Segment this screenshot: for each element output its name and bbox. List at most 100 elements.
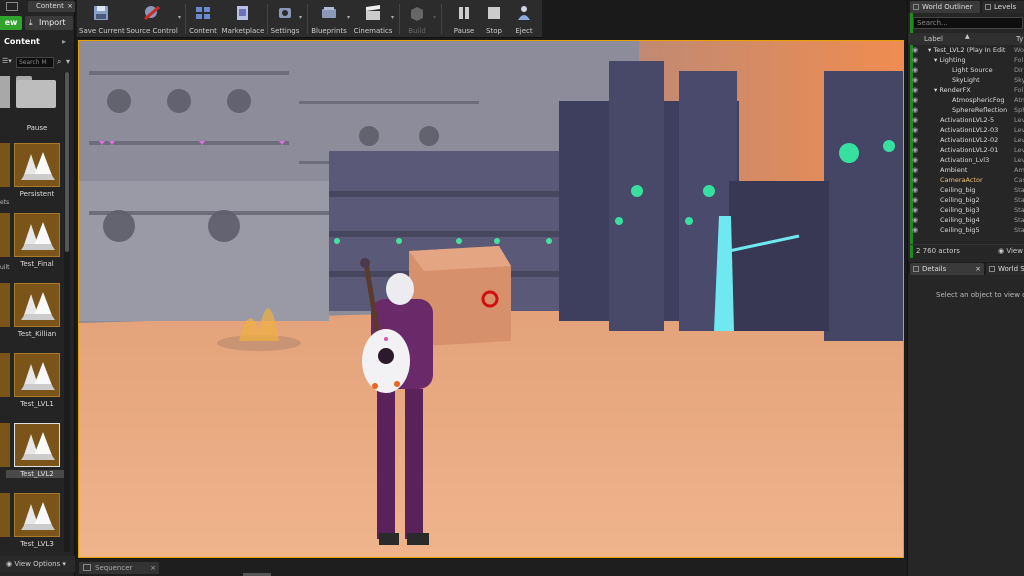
asset-tile[interactable]: Test_Final — [14, 213, 62, 269]
visibility-eye-icon[interactable]: ◉ — [912, 195, 918, 205]
lock-icon[interactable]: ▸ — [62, 37, 66, 46]
visibility-eye-icon[interactable]: ◉ — [912, 65, 918, 75]
content-browser-tab[interactable]: Content × — [28, 1, 75, 12]
asset-scrollbar[interactable] — [64, 72, 70, 552]
tab-world-outliner[interactable]: World Outliner — [910, 1, 980, 13]
outliner-row[interactable]: ◉ Ceiling_big3 Sta — [908, 205, 1024, 215]
add-new-button[interactable]: ew — [0, 16, 22, 30]
stop-button[interactable]: Stop — [479, 2, 509, 36]
asset-search-input[interactable]: Search M — [16, 57, 54, 68]
outliner-row[interactable]: ◉ Activation_Lvl3 Lev — [908, 155, 1024, 165]
type-column-header[interactable]: Ty — [1016, 35, 1023, 43]
asset-thumbnail-cut[interactable] — [0, 143, 10, 187]
outliner-row[interactable]: ◉ Ceiling_big5 Sta — [908, 225, 1024, 235]
visibility-eye-icon[interactable]: ◉ — [912, 55, 918, 65]
view-options-button[interactable]: ◉ View Options ▾ — [0, 556, 75, 572]
settings-button[interactable]: Settings — [269, 2, 301, 36]
actor-label: Lighting — [939, 56, 966, 64]
source-control-button[interactable]: Source Control — [125, 2, 179, 36]
import-button[interactable]: ⤓ Import — [25, 16, 73, 30]
chevron-down-icon[interactable]: ▾ — [299, 14, 302, 21]
content-button[interactable]: Content — [187, 2, 219, 36]
tab-world-settings[interactable]: World S — [986, 263, 1024, 275]
outliner-row[interactable]: ◉ Ambient Am — [908, 165, 1024, 175]
blueprints-button[interactable]: Blueprints — [309, 2, 349, 36]
visibility-eye-icon[interactable]: ◉ — [912, 175, 918, 185]
asset-thumbnail-cut[interactable] — [0, 353, 10, 397]
outliner-row[interactable]: ◉ ▾ Lighting Fol — [908, 55, 1024, 65]
folder-thumbnail-cut[interactable] — [0, 76, 10, 108]
cinematics-button[interactable]: Cinematics — [353, 2, 393, 36]
close-icon[interactable]: × — [975, 263, 981, 275]
outliner-row[interactable]: ◉ ActivationLVL2-01 Lev — [908, 145, 1024, 155]
visibility-eye-icon[interactable]: ◉ — [912, 185, 918, 195]
asset-thumbnail-cut[interactable] — [0, 423, 10, 467]
outliner-row[interactable]: ◉ ActivationLVL2-02 Lev — [908, 135, 1024, 145]
filters-dropdown-icon[interactable]: ☰▾ — [2, 57, 12, 65]
outliner-row[interactable]: ◉ ▾ RenderFX Fol — [908, 85, 1024, 95]
label-column-header[interactable]: Label — [924, 35, 943, 43]
tab-details[interactable]: Details × — [910, 263, 984, 275]
visibility-eye-icon[interactable]: ◉ — [912, 225, 918, 235]
outliner-row[interactable]: ◉ Ceiling_big4 Sta — [908, 215, 1024, 225]
visibility-eye-icon[interactable]: ◉ — [912, 125, 918, 135]
outliner-row[interactable]: ◉ Ceiling_big Sta — [908, 185, 1024, 195]
asset-thumbnail-cut[interactable] — [0, 213, 10, 257]
visibility-eye-icon[interactable]: ◉ — [912, 45, 918, 55]
actor-name: ▾ Test_LVL2 (Play In Edit — [928, 46, 1006, 54]
visibility-eye-icon[interactable]: ◉ — [912, 85, 918, 95]
actor-name: ▾ Lighting — [934, 56, 966, 64]
close-icon[interactable]: × — [150, 562, 156, 574]
actor-name: ▾ RenderFX — [934, 86, 971, 94]
outliner-row[interactable]: ◉ ▾ Test_LVL2 (Play In Edit Wo — [908, 45, 1024, 55]
visibility-eye-icon[interactable]: ◉ — [912, 95, 918, 105]
visibility-eye-icon[interactable]: ◉ — [912, 105, 918, 115]
tab-levels[interactable]: Levels — [982, 1, 1024, 13]
chevron-down-icon[interactable]: ▾ — [391, 14, 394, 21]
build-button[interactable]: Build — [401, 2, 433, 36]
visibility-eye-icon[interactable]: ◉ — [912, 205, 918, 215]
outliner-row[interactable]: ◉ AtmosphericFog Atm — [908, 95, 1024, 105]
asset-thumbnail-cut[interactable] — [0, 493, 10, 537]
asset-tile[interactable]: Test_LVL3 — [14, 493, 62, 549]
visibility-eye-icon[interactable]: ◉ — [912, 145, 918, 155]
visibility-eye-icon[interactable]: ◉ — [912, 155, 918, 165]
view-options-button[interactable]: ◉ View — [998, 247, 1023, 255]
visibility-eye-icon[interactable]: ◉ — [912, 135, 918, 145]
visibility-eye-icon[interactable]: ◉ — [912, 165, 918, 175]
asset-tile[interactable]: Test_LVL1 — [14, 353, 62, 409]
asset-tile[interactable]: Persistent — [14, 143, 62, 199]
marketplace-button[interactable]: Marketplace — [221, 2, 265, 36]
actor-type: Sky — [1014, 76, 1024, 84]
outliner-row[interactable]: ◉ ActivationLVL2-5 Lev — [908, 115, 1024, 125]
search-icon[interactable]: ⌕ — [57, 57, 61, 67]
outliner-status-bar: 2 760 actors ◉ View — [908, 244, 1024, 256]
scrollbar-thumb[interactable] — [65, 72, 69, 252]
folder-pause[interactable] — [14, 76, 58, 108]
asset-thumbnail-cut[interactable] — [0, 283, 10, 327]
outliner-row[interactable]: ◉ SkyLight Sky — [908, 75, 1024, 85]
path-content-button[interactable]: Content — [0, 37, 40, 46]
outliner-row[interactable]: ◉ SphereReflection Sph — [908, 105, 1024, 115]
chevron-down-icon[interactable]: ▾ — [347, 14, 350, 21]
outliner-search-input[interactable]: Search... — [913, 17, 1023, 29]
game-viewport[interactable] — [78, 40, 904, 558]
outliner-row[interactable]: ◉ Light Source Dir — [908, 65, 1024, 75]
close-icon[interactable]: × — [67, 1, 73, 12]
outliner-row[interactable]: ◉ CameraActor Cas — [908, 175, 1024, 185]
chevron-down-icon[interactable]: ▾ — [178, 14, 181, 21]
chevron-down-icon[interactable]: ▾ — [433, 14, 436, 21]
visibility-eye-icon[interactable]: ◉ — [912, 75, 918, 85]
content-label: Content — [189, 27, 217, 35]
pause-button[interactable]: Pause — [449, 2, 479, 36]
asset-tile[interactable]: Test_Killian — [14, 283, 62, 339]
outliner-row[interactable]: ◉ Ceiling_big2 Sta — [908, 195, 1024, 205]
filter-icon[interactable]: ▾ — [66, 57, 70, 66]
sequencer-tab[interactable]: Sequencer × — [79, 562, 159, 574]
save-current-button[interactable]: Save Current — [79, 2, 125, 36]
eject-button[interactable]: Eject — [509, 2, 539, 36]
outliner-row[interactable]: ◉ ActivationLVL2-03 Lev — [908, 125, 1024, 135]
visibility-eye-icon[interactable]: ◉ — [912, 215, 918, 225]
visibility-eye-icon[interactable]: ◉ — [912, 115, 918, 125]
asset-tile[interactable]: Test_LVL2 — [6, 423, 68, 479]
